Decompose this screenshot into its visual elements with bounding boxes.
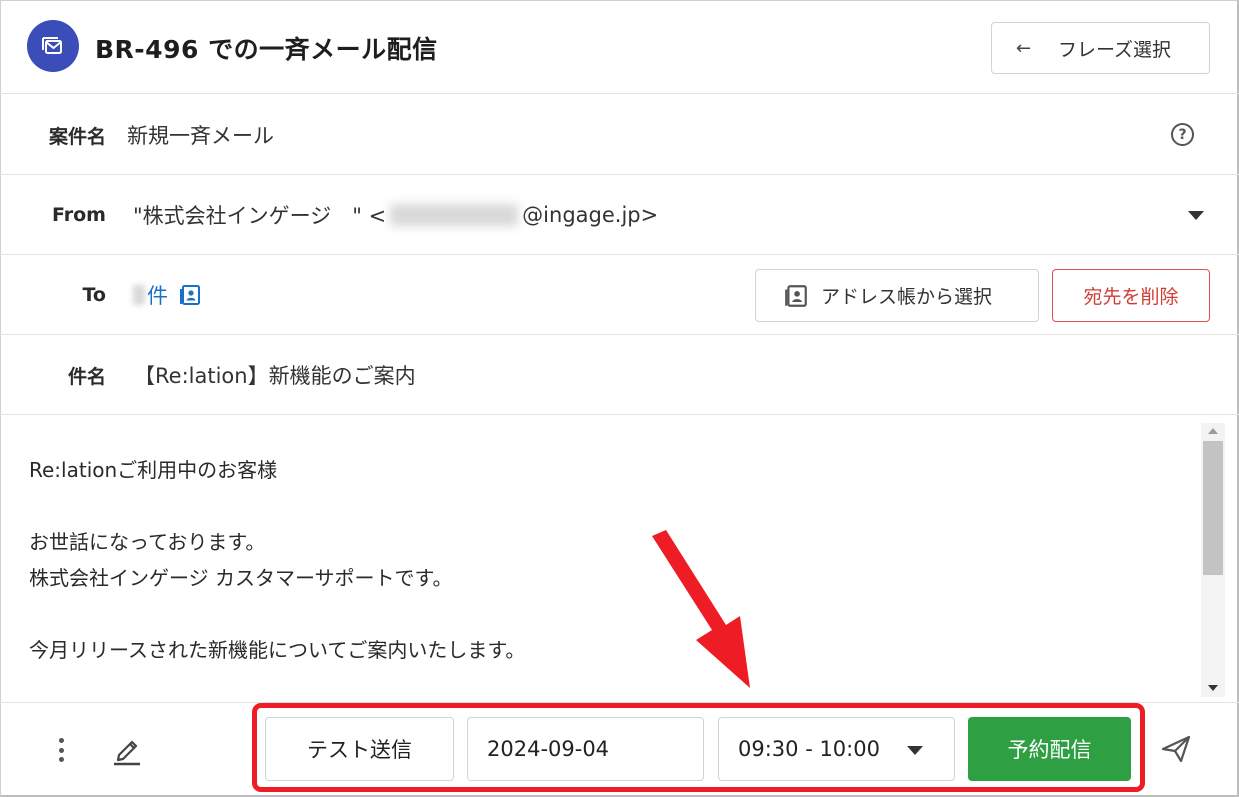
body-scrollbar[interactable]	[1201, 423, 1225, 697]
address-book-button[interactable]: アドレス帳から選択	[755, 269, 1039, 322]
phrase-select-label: フレーズ選択	[1058, 38, 1172, 61]
to-recipient-count[interactable]: 件	[133, 255, 202, 335]
page-title: BR-496 での一斉メール配信	[95, 35, 438, 64]
case-name-row: 案件名 新規一斉メール ?	[0, 95, 1239, 175]
from-label: From	[52, 204, 106, 226]
contact-book-icon	[783, 283, 809, 309]
to-row: To 件 アドレス帳から選択 宛先を削除	[0, 255, 1239, 335]
pen-icon[interactable]	[110, 731, 144, 771]
arrow-left-icon: ←	[1016, 37, 1032, 59]
to-count-suffix: 件	[147, 284, 168, 308]
from-value-prefix: "株式会社インゲージ " <	[133, 204, 387, 228]
mail-body-editor[interactable]: Re:lationご利用中のお客様 お世話になっております。 株式会社インゲージ…	[0, 415, 1239, 703]
scroll-down-icon[interactable]	[1208, 685, 1218, 691]
annotation-highlight-box	[252, 703, 1145, 792]
subject-input[interactable]: 【Re:lation】新機能のご案内	[134, 335, 416, 415]
mail-stack-icon	[27, 20, 79, 72]
address-book-label: アドレス帳から選択	[821, 286, 993, 308]
paper-plane-icon[interactable]	[1160, 734, 1192, 768]
from-row: From "株式会社インゲージ " < @ingage.jp>	[0, 175, 1239, 255]
from-select[interactable]: "株式会社インゲージ " < @ingage.jp>	[133, 175, 658, 255]
redacted-count	[133, 285, 145, 305]
annotation-arrow-icon	[640, 530, 770, 699]
delete-recipients-button[interactable]: 宛先を削除	[1052, 269, 1210, 322]
case-name-input[interactable]: 新規一斉メール	[127, 95, 274, 175]
to-label: To	[82, 284, 107, 306]
dialog-footer: テスト送信 2024-09-04 09:30 - 10:00 予約配信	[0, 703, 1239, 797]
chevron-down-icon[interactable]	[1188, 211, 1204, 220]
from-value-suffix: @ingage.jp>	[522, 203, 659, 227]
subject-row: 件名 【Re:lation】新機能のご案内	[0, 335, 1239, 415]
phrase-select-button[interactable]: ← フレーズ選択	[991, 22, 1210, 74]
scroll-up-icon[interactable]	[1208, 428, 1218, 434]
dialog-header: BR-496 での一斉メール配信 ← フレーズ選択	[0, 0, 1239, 94]
scroll-thumb[interactable]	[1203, 441, 1223, 575]
contact-book-icon[interactable]	[178, 283, 202, 307]
mail-body-text[interactable]: Re:lationご利用中のお客様 お世話になっております。 株式会社インゲージ…	[29, 452, 525, 668]
kebab-menu-icon[interactable]	[52, 738, 70, 762]
case-name-label: 案件名	[48, 125, 106, 148]
help-circle-icon[interactable]: ?	[1171, 123, 1194, 146]
subject-label: 件名	[67, 365, 106, 388]
redacted-email	[390, 204, 519, 226]
